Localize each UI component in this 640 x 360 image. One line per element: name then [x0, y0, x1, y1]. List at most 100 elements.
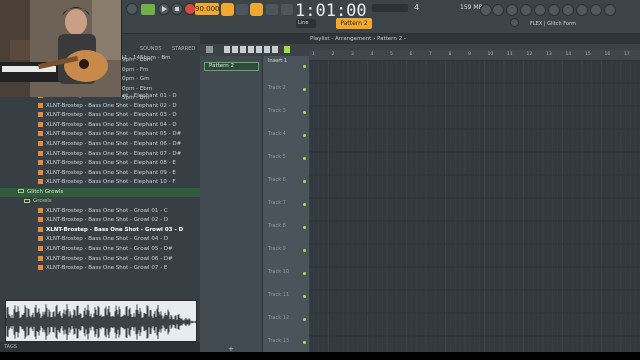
browser-file[interactable]: XLNT-Brostep - Bass One Shot - Growl 02 … — [0, 216, 200, 225]
track-mute-led[interactable] — [303, 318, 306, 321]
channel-rack-icon[interactable] — [562, 4, 574, 16]
browser-file-partial[interactable]: 0pm - Gm — [122, 75, 192, 84]
track-mute-led[interactable] — [303, 226, 306, 229]
browser-file-partial[interactable]: 5pm - Bm — [122, 94, 192, 103]
browser-item-label: XLNT-Brostep - Bass One Shot - Elephant … — [46, 112, 177, 119]
browser-file[interactable]: XLNT-Brostep - Bass One Shot - Growl 01 … — [0, 207, 200, 216]
waveform-preview[interactable] — [5, 300, 197, 342]
browser-file[interactable]: XLNT-Brostep - Bass One Shot - Growl 06 … — [0, 255, 200, 264]
track-header[interactable]: Track 11 — [263, 286, 309, 309]
track-header[interactable]: Track 12 — [263, 309, 309, 332]
browser-folder[interactable]: Growls — [0, 197, 200, 206]
audio-file-icon — [38, 150, 43, 156]
track-mute-led[interactable] — [303, 295, 306, 298]
track-header[interactable]: Track 9 — [263, 240, 309, 263]
browser-file[interactable]: XLNT-Brostep - Bass One Shot - Elephant … — [0, 102, 200, 111]
ruler-bar-number: 8 — [448, 52, 452, 57]
track-mute-led[interactable] — [303, 180, 306, 183]
pat-song-toggle[interactable] — [141, 4, 155, 15]
track-header[interactable]: Track 7 — [263, 194, 309, 217]
audio-file-icon — [38, 246, 43, 251]
tags-label: TAGS — [4, 344, 18, 350]
browser-file-partial[interactable]: 0pm - Fm — [122, 66, 192, 75]
track-header[interactable]: Track 6 — [263, 171, 309, 194]
browser-folder[interactable]: Glitch Growls — [0, 187, 200, 197]
edit-icon[interactable] — [520, 4, 532, 16]
stop-button[interactable] — [171, 3, 183, 15]
track-mute-led[interactable] — [303, 134, 306, 137]
track-header[interactable]: Track 10 — [263, 263, 309, 286]
tab-starred[interactable]: STARRED — [172, 46, 195, 52]
plugin-picker-icon[interactable] — [604, 4, 616, 16]
play-button[interactable] — [158, 3, 170, 15]
mixer-icon[interactable] — [548, 4, 560, 16]
track-header[interactable]: Track 8 — [263, 217, 309, 240]
browser-file[interactable]: XLNT-Brostep - Bass One Shot - Elephant … — [0, 159, 200, 168]
browser-file-partial[interactable]: 9pm - Ebm — [122, 56, 192, 65]
track-mute-led[interactable] — [303, 341, 306, 344]
tags-bar[interactable]: TAGS — [0, 342, 200, 352]
track-name: Track 4 — [268, 131, 286, 137]
tool-icon-a[interactable] — [510, 18, 519, 27]
help-icon[interactable] — [492, 4, 504, 16]
metronome-icon[interactable] — [221, 3, 234, 16]
render-icon[interactable] — [506, 4, 518, 16]
track-mute-led[interactable] — [303, 203, 306, 206]
audio-file-icon — [38, 226, 43, 232]
browser-file[interactable]: XLNT-Brostep - Bass One Shot - Elephant … — [0, 150, 200, 159]
track-mute-led[interactable] — [303, 157, 306, 160]
ruler-bar-number: 10 — [487, 52, 494, 57]
hint-bar — [372, 4, 408, 12]
pattern-selector[interactable]: Pattern 2 — [336, 18, 372, 29]
browser-item-label: XLNT-Brostep - Bass One Shot - Elephant … — [46, 131, 182, 138]
browser-file-partial[interactable]: 0pm - Ebm — [122, 85, 192, 94]
track-header[interactable]: Track 4 — [263, 125, 309, 148]
track-name: Track 12 — [268, 315, 290, 321]
track-mute-led[interactable] — [303, 65, 306, 68]
undo-icon[interactable] — [480, 4, 492, 16]
ruler-bar-number: 15 — [585, 52, 591, 57]
record-mode-icon[interactable] — [126, 3, 138, 15]
audio-file-icon — [38, 207, 43, 213]
arrangement-grid[interactable] — [309, 60, 640, 352]
pattern-clip-item[interactable]: Pattern 2 — [204, 62, 259, 71]
track-mute-led[interactable] — [303, 249, 306, 252]
browser-item-label: Glitch Growls — [27, 188, 64, 195]
browser-file[interactable]: XLNT-Brostep - Bass One Shot - Elephant … — [0, 140, 200, 149]
track-mute-led[interactable] — [303, 88, 306, 91]
ruler-bar-number: 13 — [546, 52, 552, 57]
wait-input-icon[interactable] — [236, 4, 248, 15]
track-mute-led[interactable] — [303, 272, 306, 275]
snap-select[interactable]: Line — [296, 19, 316, 28]
ruler-bar-number: 2 — [331, 52, 335, 57]
step-edit-icon[interactable] — [281, 4, 293, 15]
track-header[interactable]: Track 3 — [263, 102, 309, 125]
tempo-display[interactable]: 90.000 — [195, 3, 220, 15]
track-header[interactable]: Track 2 — [263, 79, 309, 102]
timeline-ruler[interactable]: 1 2 3 4 5 6 7 8 9 10 11 12 13 14 15 16 17 — [309, 50, 640, 60]
loop-record-icon[interactable] — [266, 4, 278, 15]
browser-file[interactable]: XLNT-Brostep - Bass One Shot - Elephant … — [0, 130, 200, 139]
audio-file-icon — [38, 160, 43, 166]
browser-file[interactable]: XLNT-Brostep - Bass One Shot - Growl 07 … — [0, 264, 200, 273]
browser-item-label: XLNT-Brostep - Bass One Shot - Elephant … — [46, 140, 182, 147]
track-header-insert[interactable]: Insert 1 — [263, 56, 309, 79]
track-name: Track 6 — [268, 177, 286, 183]
track-mute-led[interactable] — [303, 111, 306, 114]
browser-file[interactable]: XLNT-Brostep - Bass One Shot - Elephant … — [0, 178, 200, 187]
browser-file[interactable]: XLNT-Brostep - Bass One Shot - Growl 03 … — [0, 226, 200, 235]
browser-file[interactable]: XLNT-Brostep - Bass One Shot - Growl 04 … — [0, 235, 200, 244]
tab-sounds[interactable]: SOUNDS — [140, 46, 162, 52]
browser-file[interactable]: XLNT-Brostep - Bass One Shot - Growl 05 … — [0, 245, 200, 254]
piano-roll-icon[interactable] — [576, 4, 588, 16]
browser-file[interactable]: XLNT-Brostep - Bass One Shot - Elephant … — [0, 121, 200, 130]
audio-file-icon — [38, 112, 43, 118]
browser-file[interactable]: XLNT-Brostep - Bass One Shot - Elephant … — [0, 169, 200, 178]
countdown-icon[interactable] — [250, 3, 263, 16]
track-name: Track 9 — [268, 246, 286, 252]
browser-file[interactable]: XLNT-Brostep - Bass One Shot - Elephant … — [0, 111, 200, 120]
track-name: Track 10 — [268, 269, 290, 275]
playlist-icon[interactable] — [590, 4, 602, 16]
track-header[interactable]: Track 5 — [263, 148, 309, 171]
browser-icon[interactable] — [534, 4, 546, 16]
